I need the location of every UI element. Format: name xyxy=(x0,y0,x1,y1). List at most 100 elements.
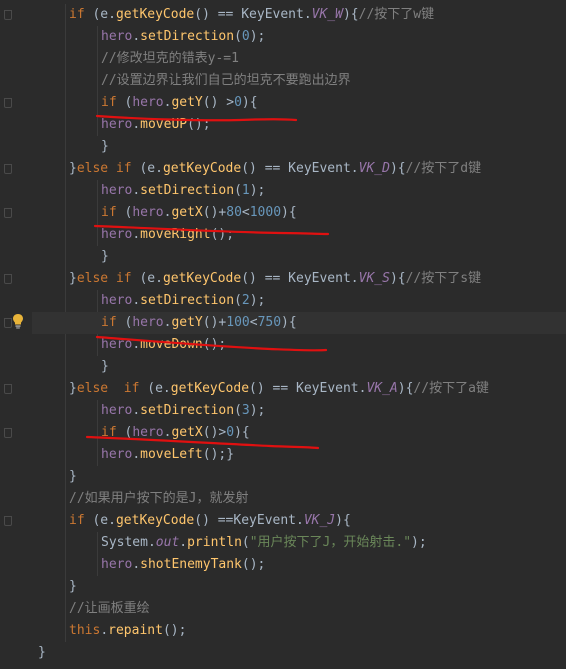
code-token: ){ xyxy=(389,271,406,286)
code-line[interactable]: if (e.getKeyCode() == KeyEvent.VK_W){//按… xyxy=(32,4,566,26)
code-token: ( xyxy=(116,425,133,440)
code-line[interactable]: hero.shotEnemyTank(); xyxy=(32,554,566,576)
code-token: if xyxy=(101,315,117,330)
fold-marker[interactable] xyxy=(4,378,12,400)
code-text: hero.shotEnemyTank(); xyxy=(101,554,265,576)
code-token: ){ xyxy=(389,161,406,176)
code-line[interactable]: hero.setDirection(0); xyxy=(32,26,566,48)
fold-marker[interactable] xyxy=(4,158,12,180)
code-token: else if xyxy=(76,271,132,286)
code-token: ); xyxy=(249,29,266,44)
code-line[interactable]: } xyxy=(32,136,566,158)
code-token: (); xyxy=(162,623,187,638)
code-line[interactable]: hero.setDirection(3); xyxy=(32,400,566,422)
code-line[interactable]: System.out.println("用户按下了J，开始射击."); xyxy=(32,532,566,554)
lightbulb-icon[interactable] xyxy=(12,313,24,329)
code-line[interactable]: this.repaint(); xyxy=(32,620,566,642)
code-token: 3 xyxy=(241,403,250,418)
fold-icon xyxy=(4,384,12,394)
fold-marker[interactable] xyxy=(4,92,12,114)
code-token: hero xyxy=(101,227,133,242)
code-token: VK_W xyxy=(311,7,343,22)
code-token: getX xyxy=(171,205,203,220)
code-editor[interactable]: if (e.getKeyCode() == KeyEvent.VK_W){//按… xyxy=(0,0,566,669)
code-line[interactable]: } xyxy=(32,642,566,664)
code-token: } xyxy=(101,139,109,154)
code-text: } xyxy=(38,642,46,664)
code-line[interactable]: hero.setDirection(2); xyxy=(32,290,566,312)
editor-gutter[interactable] xyxy=(0,0,32,669)
code-line[interactable]: hero.moveDown(); xyxy=(32,334,566,356)
code-line[interactable]: hero.moveLeft();} xyxy=(32,444,566,466)
code-token: getKeyCode xyxy=(170,381,250,396)
code-line[interactable]: hero.moveUP(); xyxy=(32,114,566,136)
code-line[interactable]: if (e.getKeyCode() ==KeyEvent.VK_J){ xyxy=(32,510,566,532)
code-line[interactable]: }else if (e.getKeyCode() == KeyEvent.VK_… xyxy=(32,378,566,400)
code-token: out xyxy=(155,535,180,550)
code-token: () == KeyEvent. xyxy=(241,161,359,176)
code-token: 750 xyxy=(257,315,282,330)
code-token: . xyxy=(132,29,141,44)
code-token: 80 xyxy=(226,205,242,220)
code-token: (e. xyxy=(84,513,116,528)
code-line[interactable]: if (hero.getY() >0){ xyxy=(32,92,566,114)
code-line[interactable]: if (hero.getX()>0){ xyxy=(32,422,566,444)
code-token: () == KeyEvent. xyxy=(249,381,367,396)
code-token: < xyxy=(241,205,250,220)
fold-marker[interactable] xyxy=(4,4,12,26)
code-area[interactable]: if (e.getKeyCode() == KeyEvent.VK_W){//按… xyxy=(32,0,566,669)
code-token: else if xyxy=(76,381,140,396)
code-token: //修改坦克的错表y-=1 xyxy=(101,51,239,66)
code-token: setDirection xyxy=(140,29,235,44)
code-line[interactable]: //修改坦克的错表y-=1 xyxy=(32,48,566,70)
code-token: } xyxy=(101,249,109,264)
code-token: () > xyxy=(202,95,235,110)
fold-marker[interactable] xyxy=(4,510,12,532)
code-line[interactable]: } xyxy=(32,576,566,598)
code-token: else if xyxy=(76,161,132,176)
code-line[interactable]: //让画板重绘 xyxy=(32,598,566,620)
fold-marker[interactable] xyxy=(4,202,12,224)
code-token: hero xyxy=(101,337,133,352)
code-token: . xyxy=(132,117,141,132)
code-token: } xyxy=(69,161,77,176)
code-text: hero.moveLeft();} xyxy=(101,444,234,466)
code-token: if xyxy=(69,513,85,528)
code-token: (); xyxy=(210,227,235,242)
code-line[interactable]: }else if (e.getKeyCode() == KeyEvent.VK_… xyxy=(32,158,566,180)
code-token: . xyxy=(132,557,141,572)
code-token: . xyxy=(100,623,109,638)
code-token: System. xyxy=(101,535,156,550)
code-token: ){ xyxy=(281,205,297,220)
code-text: hero.moveRight(); xyxy=(101,224,234,246)
code-token: moveLeft xyxy=(140,447,203,462)
code-line[interactable]: } xyxy=(32,466,566,488)
code-token: } xyxy=(69,271,77,286)
fold-marker[interactable] xyxy=(4,312,12,334)
code-line[interactable]: //设置边界让我们自己的坦克不要跑出边界 xyxy=(32,70,566,92)
code-line[interactable]: } xyxy=(32,356,566,378)
code-token: shotEnemyTank xyxy=(140,557,242,572)
code-line[interactable]: if (hero.getX()+80<1000){ xyxy=(32,202,566,224)
code-token: ){ xyxy=(335,513,351,528)
code-token: if xyxy=(101,425,117,440)
code-line[interactable]: if (hero.getY()+100<750){ xyxy=(32,312,566,334)
fold-marker[interactable] xyxy=(4,268,12,290)
fold-icon xyxy=(4,274,12,284)
code-token: ()+ xyxy=(202,315,227,330)
code-token: getKeyCode xyxy=(115,513,195,528)
code-token: hero xyxy=(101,29,133,44)
code-text: if (e.getKeyCode() == KeyEvent.VK_W){//按… xyxy=(69,4,434,26)
code-text: //设置边界让我们自己的坦克不要跑出边界 xyxy=(101,70,351,92)
code-line[interactable]: //如果用户按下的是J，就发射 xyxy=(32,488,566,510)
fold-icon xyxy=(4,164,12,174)
code-token: hero xyxy=(101,117,133,132)
fold-icon xyxy=(4,98,12,108)
code-line[interactable]: } xyxy=(32,246,566,268)
code-line[interactable]: hero.setDirection(1); xyxy=(32,180,566,202)
code-line[interactable]: }else if (e.getKeyCode() == KeyEvent.VK_… xyxy=(32,268,566,290)
code-line[interactable]: hero.moveRight(); xyxy=(32,224,566,246)
code-token: "用户按下了J，开始射击." xyxy=(249,535,412,550)
fold-marker[interactable] xyxy=(4,422,12,444)
code-token: () ==KeyEvent. xyxy=(194,513,304,528)
